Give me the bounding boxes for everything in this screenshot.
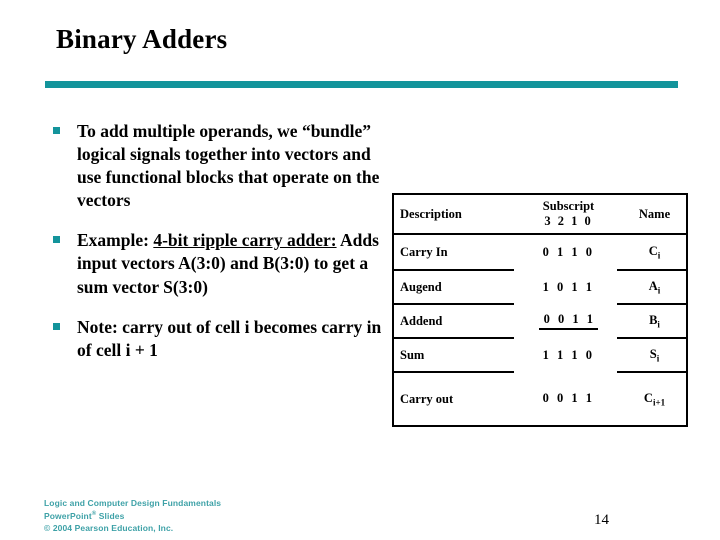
signal-name-base: S — [649, 346, 657, 361]
cell-bits: 1 1 1 0 — [514, 338, 617, 372]
cell-description: Augend — [394, 270, 514, 305]
bullet-text: To add multiple operands, we “bundle” lo… — [77, 121, 380, 211]
credit-powerpoint-text: PowerPoint — [44, 510, 92, 521]
bullet-square-icon — [53, 236, 60, 244]
cell-bits: 0 1 1 0 — [514, 234, 617, 270]
table-header-description: Description — [394, 195, 514, 235]
bullet-item: Note: carry out of cell i becomes carry … — [45, 316, 390, 362]
cell-bits: 0 0 1 1 — [514, 372, 617, 425]
cell-bits: 1 0 1 1 — [514, 270, 617, 304]
signal-name-subscript: i — [657, 319, 660, 330]
table-header-subscript-indices: 3 2 1 0 — [544, 214, 593, 228]
signal-name-subscript: i — [657, 250, 661, 261]
cell-bits: 0 0 1 1 — [514, 304, 617, 338]
cell-signal-name: Si — [617, 338, 686, 373]
credit-line-title: Logic and Computer Design Fundamentals — [44, 498, 222, 508]
page-title: Binary Adders — [56, 24, 228, 54]
table-header-row: Description Subscript 3 2 1 0 Name — [394, 195, 686, 235]
ripple-carry-adder-table: Description Subscript 3 2 1 0 Name Carry… — [392, 193, 688, 427]
table-row: Augend 1 0 1 1 Ai — [394, 270, 686, 305]
credit-line-copyright: © 2004 Pearson Education, Inc. — [44, 523, 174, 534]
cell-signal-name: Ai — [617, 270, 686, 305]
cell-description: Carry out — [400, 391, 454, 406]
cell-signal-name: Ci — [617, 234, 686, 271]
page-number: 14 — [594, 512, 609, 528]
bullet-text-underlined: 4-bit ripple carry adder: — [153, 230, 337, 251]
bullet-item: Example: 4-bit ripple carry adder: Adds … — [45, 229, 390, 298]
table-header-subscript: Subscript 3 2 1 0 — [514, 195, 617, 235]
signal-name-base: A — [648, 278, 658, 293]
table-row: Carry out 0 0 1 1 Ci+1 — [394, 372, 686, 425]
bit-values: 0 0 1 1 — [538, 312, 599, 330]
table-row: Addend 0 0 1 1 Bi — [394, 304, 686, 339]
bit-values: 0 0 1 1 — [542, 391, 595, 405]
table-row: Sum 1 1 1 0 Si — [394, 338, 686, 373]
bullet-square-icon — [53, 127, 60, 134]
table-header-name: Name — [617, 195, 686, 235]
bullet-square-icon — [53, 322, 60, 330]
cell-signal-name: Ci+1 — [617, 372, 686, 425]
credit-line-powerpoint: PowerPoint® Slides — [44, 510, 221, 523]
table-header-subscript-label: Subscript — [542, 199, 595, 213]
cell-description: Sum — [394, 338, 514, 373]
bit-values: 1 0 1 1 — [542, 279, 595, 294]
cell-signal-name: Bi — [617, 304, 686, 339]
title-divider-rule — [45, 81, 678, 88]
bullet-text: Note: carry out of cell i becomes carry … — [77, 316, 382, 360]
bit-values: 1 1 1 0 — [542, 347, 595, 362]
bullet-text: Example: — [77, 230, 154, 251]
signal-name-base: C — [643, 390, 653, 405]
bullet-list: To add multiple operands, we “bundle” lo… — [45, 120, 390, 379]
table-row: Carry In 0 1 1 0 Ci — [394, 234, 686, 271]
credit-slides-text: Slides — [96, 510, 125, 521]
signal-name-base: C — [648, 243, 658, 258]
signal-name-subscript: i — [656, 353, 660, 364]
signal-name-subscript: i+1 — [652, 397, 666, 408]
cell-description: Addend — [394, 304, 514, 339]
bit-values: 0 1 1 0 — [542, 245, 595, 259]
cell-description: Carry In — [394, 234, 514, 271]
slide: Binary Adders To add multiple operands, … — [0, 0, 720, 540]
bullet-item: To add multiple operands, we “bundle” lo… — [45, 120, 390, 212]
signal-name-subscript: i — [657, 285, 661, 296]
publisher-credit: Logic and Computer Design Fundamentals P… — [44, 497, 221, 535]
